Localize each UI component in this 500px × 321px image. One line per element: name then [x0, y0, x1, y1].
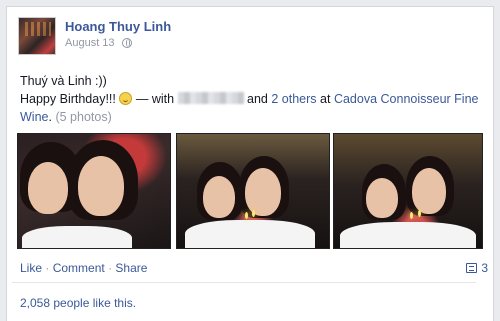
- divider: [12, 282, 476, 283]
- and-text: and: [247, 92, 268, 106]
- post-date[interactable]: August 13: [65, 37, 115, 49]
- photo-1[interactable]: [17, 133, 171, 249]
- globe-icon[interactable]: [121, 38, 132, 48]
- action-separator: ·: [108, 261, 113, 275]
- post-actions: Like · Comment · Share: [20, 261, 147, 275]
- photo-3[interactable]: [333, 133, 483, 249]
- photo-grid: [17, 133, 483, 249]
- at-text: at: [320, 92, 331, 106]
- birthday-text: Happy Birthday!!!: [20, 92, 116, 106]
- share-button[interactable]: Share: [115, 261, 147, 275]
- with-text: — with: [135, 92, 175, 106]
- author-avatar[interactable]: [18, 17, 56, 55]
- message-line-1: Thuý và Linh :)): [20, 74, 107, 88]
- comment-button[interactable]: Comment: [53, 261, 105, 275]
- photos-count[interactable]: (5 photos): [55, 110, 111, 124]
- action-separator: ·: [45, 261, 50, 275]
- photo-2[interactable]: [176, 133, 330, 249]
- comment-icon: [466, 263, 478, 273]
- tagged-friend-blurred[interactable]: [177, 92, 244, 104]
- post-meta: August 13: [65, 37, 132, 49]
- comment-count-value: 3: [481, 261, 488, 275]
- author-name[interactable]: Hoang Thuy Linh: [65, 19, 171, 34]
- comment-count[interactable]: 3: [466, 261, 488, 275]
- like-button[interactable]: Like: [20, 261, 42, 275]
- message-line-2: Happy Birthday!!! — with and 2 others at…: [20, 90, 480, 126]
- likes-summary[interactable]: 2,058 people like this.: [20, 296, 136, 310]
- period-text: .: [48, 110, 52, 124]
- smile-icon: [119, 92, 133, 105]
- post-message: Thuý và Linh :)) Happy Birthday!!! — wit…: [20, 72, 480, 126]
- others-link[interactable]: 2 others: [271, 92, 316, 106]
